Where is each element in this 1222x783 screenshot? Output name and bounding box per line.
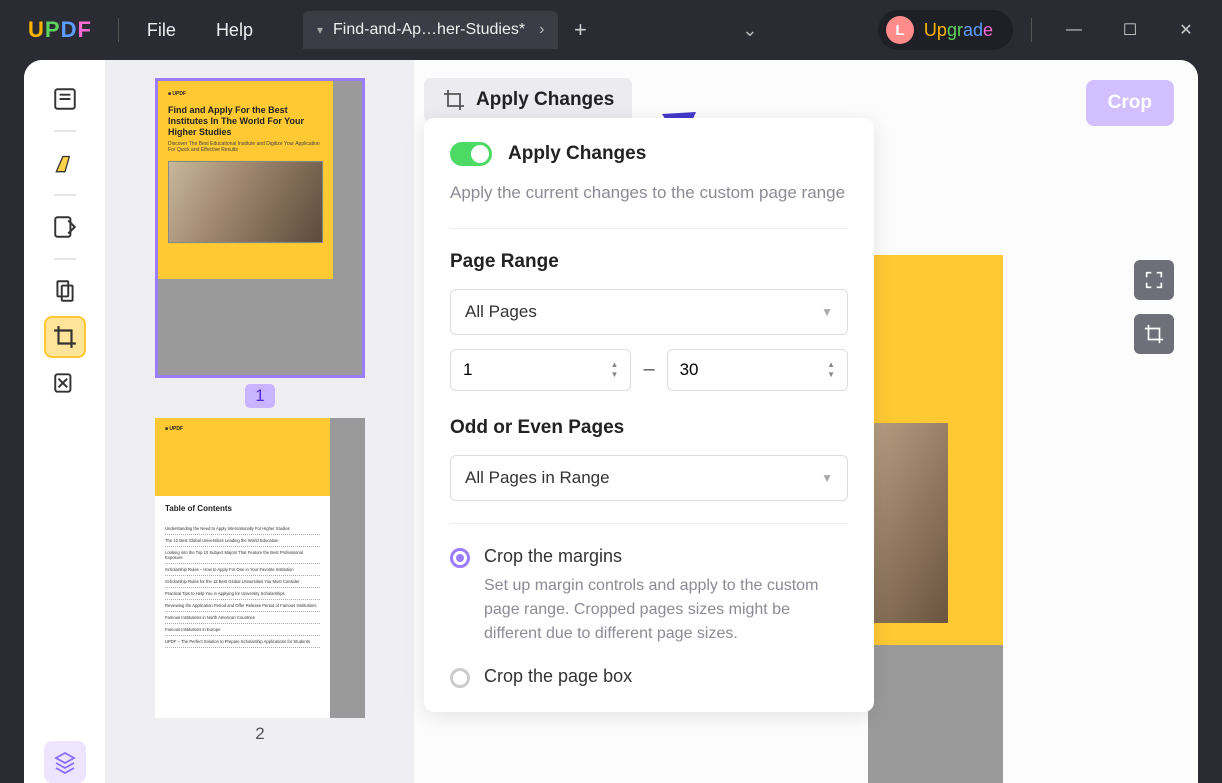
document-tab[interactable]: ▾ Find-and-Ap…her-Studies* › [303,11,558,49]
thumb-sub: Discover The Best Educational Institute … [168,141,323,153]
crop-margins-radio[interactable]: Crop the margins [450,546,848,568]
crop-pagebox-radio[interactable]: Crop the page box [450,666,848,688]
crop-margins-description: Set up margin controls and apply to the … [484,574,848,646]
crop-button[interactable]: Crop [1086,80,1174,126]
stepper-icons[interactable]: ▲▼ [827,361,835,379]
titlebar: UPDF File Help ▾ Find-and-Ap…her-Studies… [0,0,1222,60]
apply-changes-toggle-label: Apply Changes [508,143,646,165]
document-page-preview[interactable] [868,255,1003,783]
right-floating-tools [1134,260,1174,354]
toc-row: Famous Institutions in North American Co… [165,612,320,624]
odd-even-title: Odd or Even Pages [450,417,848,439]
user-avatar: L [886,16,914,44]
thumb-brand: ■ UPDF [168,91,323,97]
page-range-select-value: All Pages [465,302,537,322]
toc-row: Scholarship Rules – How to Apply For One… [165,564,320,576]
redact-tool[interactable] [44,362,86,404]
apply-changes-toggle[interactable] [450,142,492,166]
menu-file[interactable]: File [127,12,196,49]
apply-changes-panel: Apply Changes Apply the current changes … [424,118,874,712]
main-area: ■ UPDF Find and Apply For the Best Insti… [24,60,1198,783]
toc-row: Understanding the Need to Apply Internat… [165,523,320,535]
toc-row: UPDF – The Perfect Solution to Prepare S… [165,636,320,648]
toc-row: The 12 Best Global Universities Leading … [165,535,320,547]
separator [54,194,76,196]
separator [54,258,76,260]
odd-even-select[interactable]: All Pages in Range ▼ [450,455,848,501]
toc-row: Looking into the Top 10 Subject Majors T… [165,547,320,564]
radio-icon [450,668,470,688]
menu-help[interactable]: Help [196,12,273,49]
window-controls: — ☐ ✕ [1058,14,1202,46]
maximize-button[interactable]: ☐ [1114,14,1146,46]
separator [54,130,76,132]
stepper-icons[interactable]: ▲▼ [611,361,619,379]
chevron-down-icon: ▼ [821,471,833,485]
page-range-to-value: 30 [680,360,699,380]
crop-icon [442,88,466,112]
page-number: 2 [255,724,264,744]
chevron-right-icon[interactable]: › [539,21,544,39]
new-tab-button[interactable]: + [566,16,594,44]
canvas-area: Apply Changes Crop Apply Changes Apply t… [414,60,1198,783]
app-logo: UPDF [28,17,92,43]
page-number: 1 [245,384,274,408]
page-range-select[interactable]: All Pages ▼ [450,289,848,335]
thumbnail-image: ■ UPDF Find and Apply For the Best Insti… [155,78,365,378]
edit-tool[interactable] [44,206,86,248]
thumbnail-page-1[interactable]: ■ UPDF Find and Apply For the Best Insti… [155,78,365,408]
page-range-from-input[interactable]: 1 ▲▼ [450,349,631,391]
toc-row: Scholarship Rules for the 12 Best Global… [165,576,320,588]
page-range-title: Page Range [450,251,848,273]
toc-title: Table of Contents [165,504,320,513]
left-toolbar [24,60,106,783]
separator [118,18,119,42]
minimize-button[interactable]: — [1058,14,1090,46]
odd-even-select-value: All Pages in Range [465,468,610,488]
apply-changes-button[interactable]: Apply Changes [424,78,632,122]
page-range-from-value: 1 [463,360,472,380]
chevron-down-icon: ▼ [821,305,833,319]
toc-row: Famous Institutions in Europe [165,624,320,636]
radio-icon [450,548,470,568]
thumbnail-image: ■ UPDF Table of Contents Understanding t… [155,418,365,718]
upgrade-button[interactable]: L Upgrade [878,10,1013,50]
crop-tool[interactable] [44,316,86,358]
crop-pagebox-label: Crop the page box [484,666,632,687]
separator [450,228,848,229]
toc-row: Reviewing the Application Period and Off… [165,600,320,612]
separator [1031,18,1032,42]
thumbnail-panel: ■ UPDF Find and Apply For the Best Insti… [106,60,414,783]
close-button[interactable]: ✕ [1170,14,1202,46]
reader-tool[interactable] [44,78,86,120]
crop-area-button[interactable] [1134,314,1174,354]
chevron-down-icon: ▾ [317,23,323,37]
tab-title: Find-and-Ap…her-Studies* [333,21,525,39]
thumb-photo [168,161,323,243]
upgrade-label: Upgrade [924,20,993,41]
apply-changes-description: Apply the current changes to the custom … [450,180,848,206]
crop-margins-label: Crop the margins [484,546,622,567]
toc-row: Practical Tips to Help You in Applying f… [165,588,320,600]
thumbnail-page-2[interactable]: ■ UPDF Table of Contents Understanding t… [155,418,365,744]
highlight-tool[interactable] [44,142,86,184]
layers-button[interactable] [44,741,86,783]
apply-changes-label: Apply Changes [476,89,614,111]
thumb-brand: ■ UPDF [165,426,183,432]
page-range-to-input[interactable]: 30 ▲▼ [667,349,848,391]
range-dash: – [643,358,654,381]
fit-screen-button[interactable] [1134,260,1174,300]
tab-overflow-button[interactable]: ⌄ [602,20,777,41]
separator [450,523,848,524]
thumb-title: Find and Apply For the Best Institutes I… [168,105,323,137]
tab-area: ▾ Find-and-Ap…her-Studies* › + ⌄ [303,11,878,49]
organize-tool[interactable] [44,270,86,312]
